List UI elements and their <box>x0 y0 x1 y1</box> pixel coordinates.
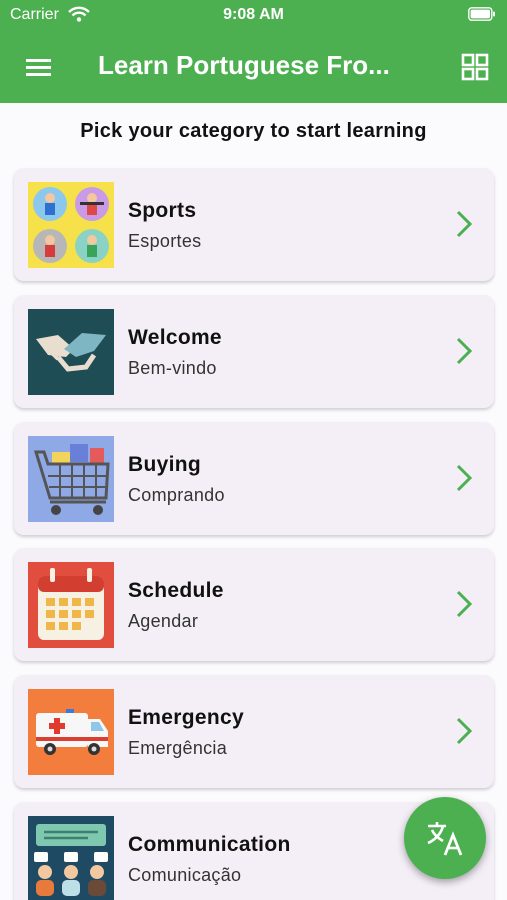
category-translation: Esportes <box>128 231 202 251</box>
battery-icon <box>468 7 495 21</box>
category-card-emergency[interactable]: Emergency Emergência <box>14 675 494 788</box>
chevron-right-icon <box>456 590 473 618</box>
category-translation: Comprando <box>128 485 225 505</box>
category-name: Emergency <box>128 706 244 729</box>
category-name: Buying <box>128 453 201 476</box>
page-heading: Pick your category to start learning <box>80 120 427 142</box>
status-bar: Carrier 9:08 AM <box>0 0 507 30</box>
category-name: Schedule <box>128 579 224 602</box>
category-card-buying[interactable]: Buying Comprando <box>14 422 494 535</box>
nav-bar: Learn Portuguese Fro... <box>0 40 507 95</box>
category-card-schedule[interactable]: Schedule Agendar <box>14 548 494 661</box>
chevron-right-icon <box>456 337 473 365</box>
grid-view-icon[interactable] <box>458 50 492 84</box>
translate-icon <box>427 822 463 856</box>
hamburger-menu-icon[interactable] <box>22 50 56 84</box>
sports-icon <box>28 182 114 268</box>
category-card-welcome[interactable]: Welcome Bem-vindo <box>14 295 494 408</box>
communication-icon <box>28 816 114 900</box>
category-translation: Comunicação <box>128 865 242 885</box>
category-list: Pick your category to start learning Spo… <box>0 103 507 900</box>
category-translation: Agendar <box>128 611 199 631</box>
app-header: Carrier 9:08 AM Learn Portuguese Fro... <box>0 0 507 103</box>
chevron-right-icon <box>456 210 473 238</box>
translate-button[interactable] <box>404 797 486 879</box>
app-title: Learn Portuguese Fro... <box>98 50 390 80</box>
chevron-right-icon <box>456 717 473 745</box>
category-name: Welcome <box>128 326 222 349</box>
ambulance-icon <box>28 689 114 775</box>
category-card-sports[interactable]: Sports Esportes <box>14 168 494 281</box>
handshake-icon <box>28 309 114 395</box>
shopping-cart-icon <box>28 436 114 522</box>
clock: 9:08 AM <box>223 6 284 23</box>
chevron-right-icon <box>456 464 473 492</box>
category-translation: Bem-vindo <box>128 358 217 378</box>
category-translation: Emergência <box>128 738 228 758</box>
category-name: Communication <box>128 833 291 856</box>
category-name: Sports <box>128 199 197 222</box>
calendar-icon <box>28 562 114 648</box>
